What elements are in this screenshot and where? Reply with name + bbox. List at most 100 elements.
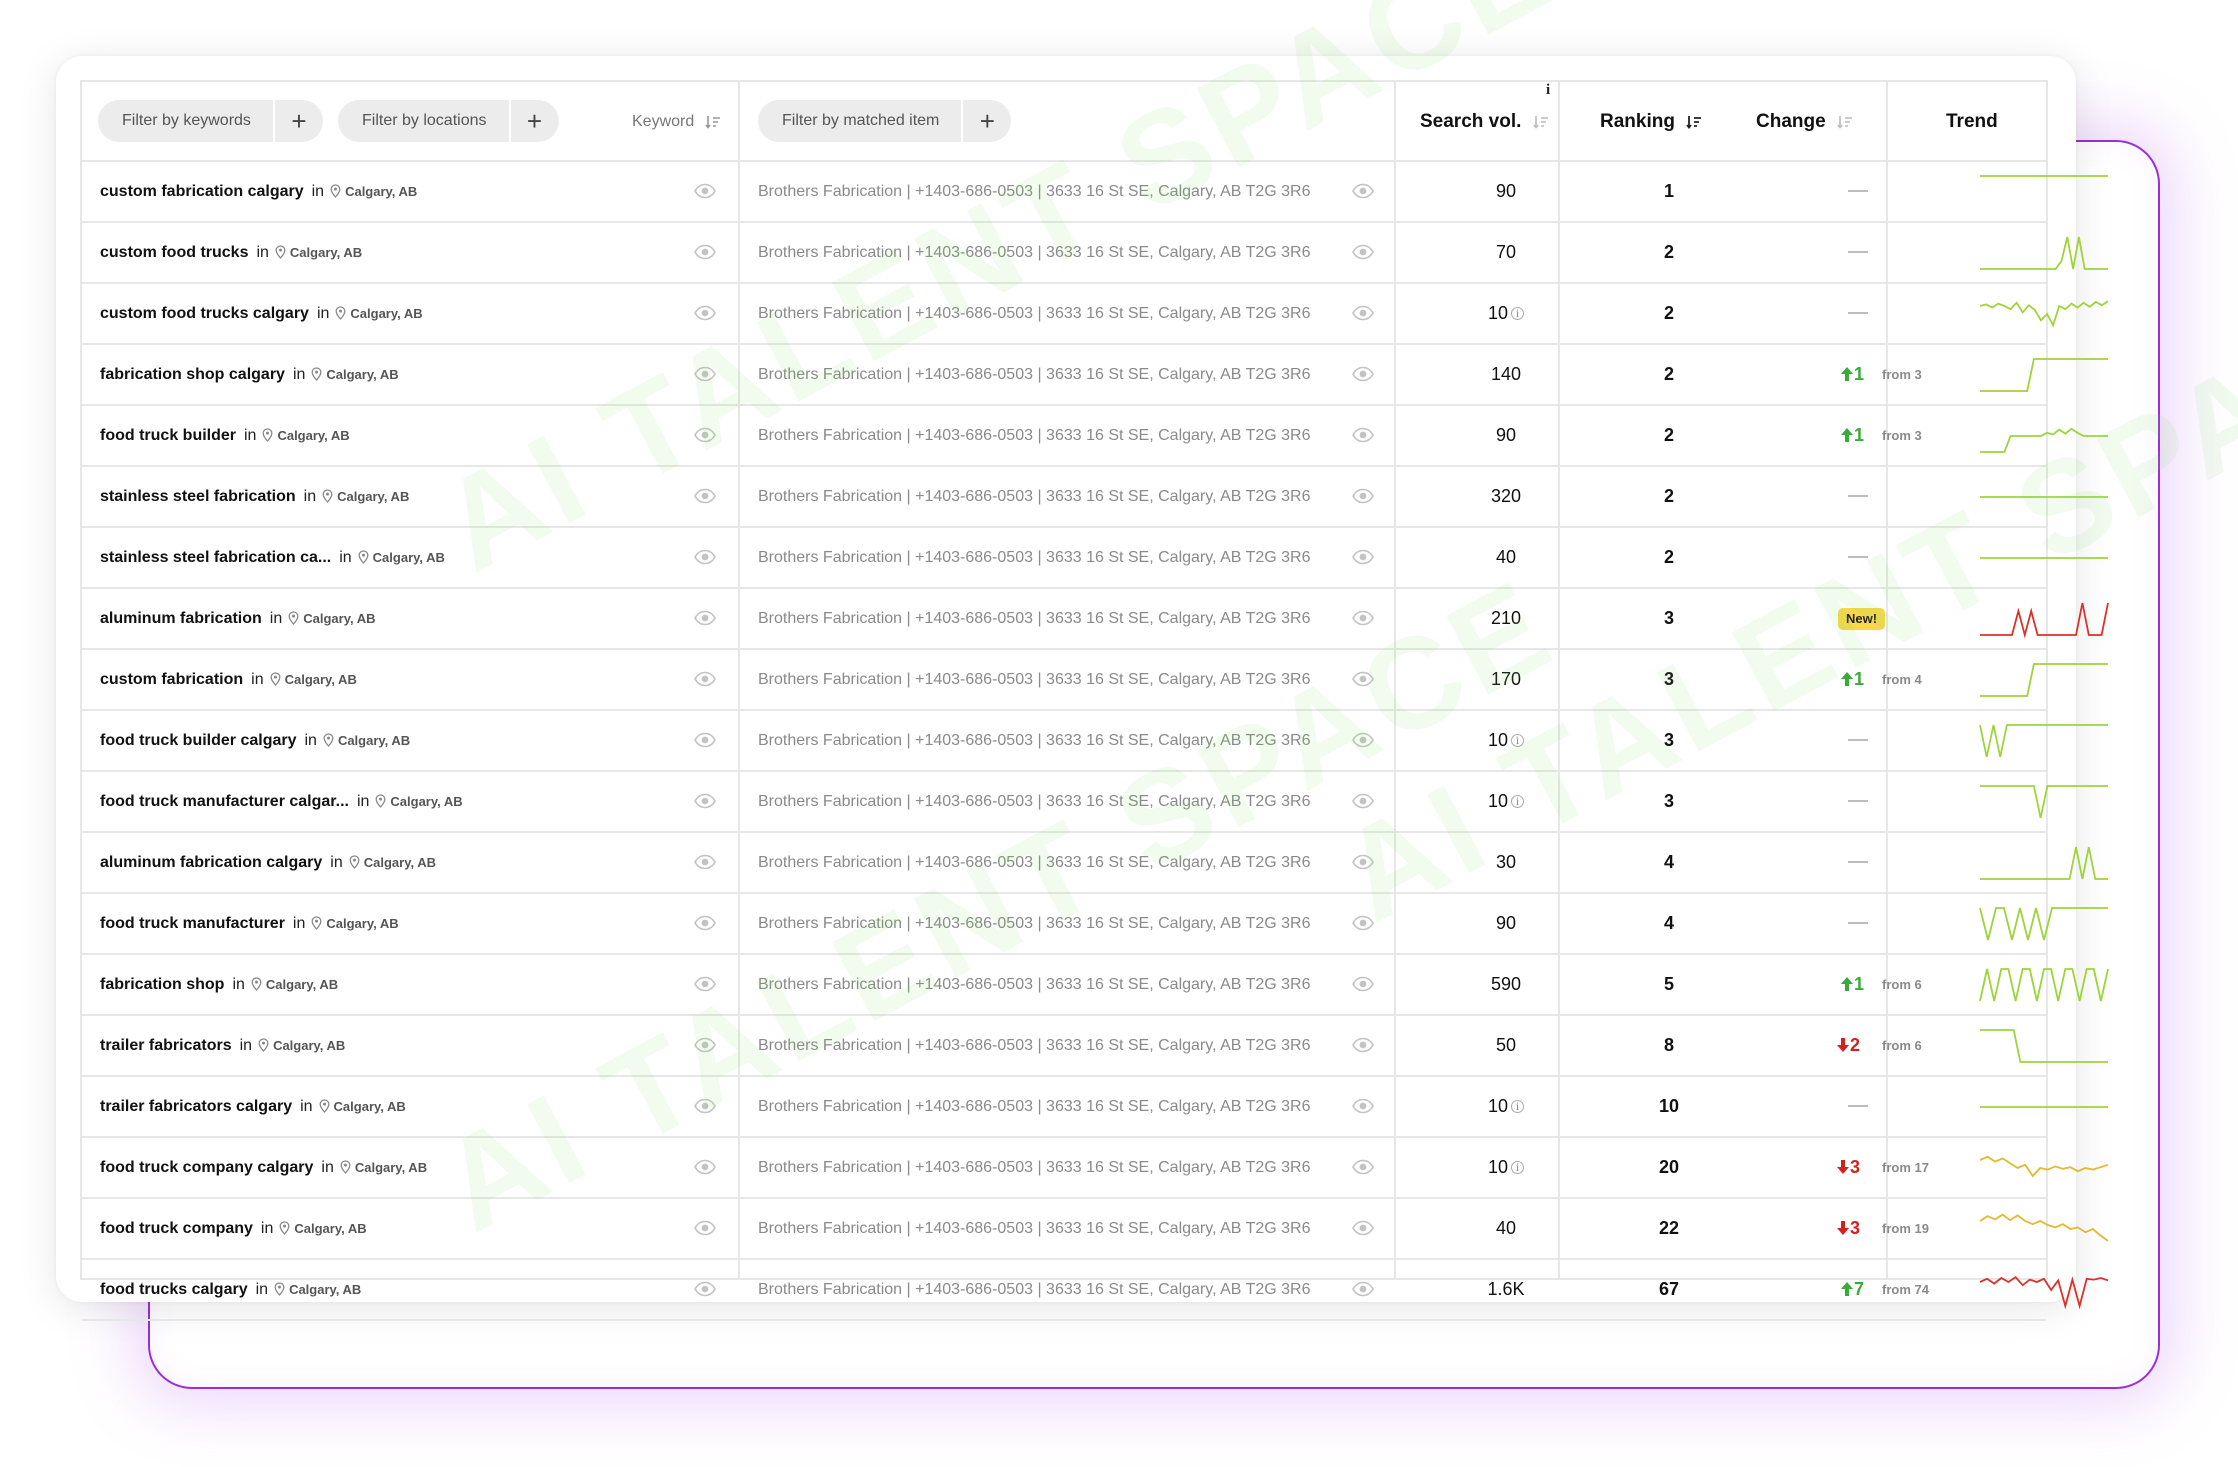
- keyword-text[interactable]: custom food trucks calgary: [100, 305, 309, 322]
- keyword-cell[interactable]: food trucks calgary in Calgary, AB: [100, 1260, 361, 1319]
- table-row[interactable]: custom food trucks in Calgary, AB Brothers…: [82, 223, 2108, 284]
- low-volume-info-icon[interactable]: i: [1511, 1161, 1525, 1174]
- table-row[interactable]: custom food trucks calgary in Calgary, AB …: [82, 284, 2109, 345]
- eye-icon[interactable]: [1352, 731, 1374, 749]
- eye-icon[interactable]: [1352, 853, 1374, 871]
- eye-icon[interactable]: [694, 548, 716, 566]
- sort-icon[interactable]: [1533, 114, 1549, 130]
- keyword-text[interactable]: food truck company calgary: [100, 1159, 313, 1176]
- keyword-text[interactable]: food truck builder calgary: [100, 732, 296, 749]
- eye-icon[interactable]: [694, 975, 716, 993]
- table-row[interactable]: custom fabrication in Calgary, AB Brothers…: [82, 650, 2108, 711]
- keyword-text[interactable]: trailer fabricators: [100, 1037, 232, 1054]
- sort-icon[interactable]: [705, 114, 721, 130]
- keyword-cell[interactable]: aluminum fabrication in Calgary, AB: [100, 589, 376, 648]
- low-volume-info-icon[interactable]: i: [1511, 795, 1525, 808]
- table-row[interactable]: custom fabrication calgary in Calgary, AB …: [82, 162, 2108, 223]
- eye-icon[interactable]: [1352, 1097, 1374, 1115]
- table-row[interactable]: food truck manufacturer calgar... in Calga…: [82, 772, 2108, 833]
- keyword-cell[interactable]: food truck builder in Calgary, AB: [100, 406, 350, 465]
- keyword-cell[interactable]: food truck manufacturer in Calgary, AB: [100, 894, 399, 953]
- table-row[interactable]: trailer fabricators in Calgary, AB Brother…: [82, 1016, 2108, 1077]
- add-keyword-filter-button[interactable]: +: [272, 100, 323, 142]
- eye-icon[interactable]: [694, 304, 716, 322]
- table-row[interactable]: food truck builder in Calgary, AB Brothers…: [82, 406, 2108, 467]
- eye-icon[interactable]: [694, 914, 716, 932]
- keyword-text[interactable]: food trucks calgary: [100, 1281, 248, 1298]
- sort-icon[interactable]: [1837, 114, 1853, 130]
- search-volume-column-header[interactable]: Search vol.: [1420, 82, 1549, 162]
- table-row[interactable]: trailer fabricators calgary in Calgary, AB…: [82, 1077, 2108, 1138]
- keyword-cell[interactable]: custom food trucks calgary in Calgary, AB: [100, 284, 423, 343]
- eye-icon[interactable]: [1352, 609, 1374, 627]
- eye-icon[interactable]: [1352, 1280, 1374, 1298]
- keyword-cell[interactable]: food truck manufacturer calgar... in Calga…: [100, 772, 463, 831]
- keyword-text[interactable]: fabrication shop calgary: [100, 366, 285, 383]
- add-location-filter-button[interactable]: +: [508, 100, 559, 142]
- keyword-text[interactable]: food truck builder: [100, 427, 236, 444]
- keyword-text[interactable]: food truck company: [100, 1220, 253, 1237]
- keyword-cell[interactable]: trailer fabricators calgary in Calgary, AB: [100, 1077, 406, 1136]
- filter-keywords-label[interactable]: Filter by keywords: [98, 100, 273, 142]
- ranking-column-header[interactable]: Ranking: [1600, 82, 1702, 162]
- eye-icon[interactable]: [694, 853, 716, 871]
- keyword-text[interactable]: stainless steel fabrication: [100, 488, 296, 505]
- eye-icon[interactable]: [694, 365, 716, 383]
- keyword-cell[interactable]: custom food trucks in Calgary, AB: [100, 223, 362, 282]
- table-row[interactable]: food truck company calgary in Calgary, AB …: [82, 1138, 2109, 1199]
- low-volume-info-icon[interactable]: i: [1511, 1100, 1525, 1113]
- filter-locations-label[interactable]: Filter by locations: [338, 100, 509, 142]
- eye-icon[interactable]: [1352, 426, 1374, 444]
- eye-icon[interactable]: [694, 1280, 716, 1298]
- table-row[interactable]: aluminum fabrication in Calgary, AB Brothe…: [82, 589, 2109, 650]
- keyword-text[interactable]: food truck manufacturer: [100, 915, 285, 932]
- eye-icon[interactable]: [1352, 243, 1374, 261]
- eye-icon[interactable]: [1352, 975, 1374, 993]
- eye-icon[interactable]: [1352, 670, 1374, 688]
- keyword-cell[interactable]: stainless steel fabrication in Calgary, AB: [100, 467, 409, 526]
- eye-icon[interactable]: [694, 426, 716, 444]
- table-row[interactable]: aluminum fabrication calgary in Calgary, A…: [82, 833, 2108, 894]
- info-icon[interactable]: i: [1546, 82, 1550, 99]
- keyword-column-header[interactable]: Keyword: [632, 82, 721, 162]
- filter-matched-label[interactable]: Filter by matched item: [758, 100, 961, 142]
- eye-icon[interactable]: [694, 487, 716, 505]
- keyword-text[interactable]: custom fabrication: [100, 671, 243, 688]
- eye-icon[interactable]: [694, 182, 716, 200]
- low-volume-info-icon[interactable]: i: [1511, 734, 1525, 747]
- keyword-cell[interactable]: food truck builder calgary in Calgary, AB: [100, 711, 410, 770]
- eye-icon[interactable]: [694, 792, 716, 810]
- keyword-cell[interactable]: stainless steel fabrication ca... in Calga…: [100, 528, 445, 587]
- keyword-cell[interactable]: custom fabrication calgary in Calgary, AB: [100, 162, 417, 221]
- eye-icon[interactable]: [1352, 914, 1374, 932]
- eye-icon[interactable]: [1352, 365, 1374, 383]
- low-volume-info-icon[interactable]: i: [1511, 307, 1525, 320]
- change-column-header[interactable]: Change: [1756, 82, 1853, 162]
- eye-icon[interactable]: [694, 1158, 716, 1176]
- eye-icon[interactable]: [694, 1097, 716, 1115]
- eye-icon[interactable]: [1352, 1036, 1374, 1054]
- eye-icon[interactable]: [694, 1219, 716, 1237]
- keyword-cell[interactable]: fabrication shop in Calgary, AB: [100, 955, 338, 1014]
- keyword-cell[interactable]: aluminum fabrication calgary in Calgary, A…: [100, 833, 436, 892]
- eye-icon[interactable]: [1352, 548, 1374, 566]
- eye-icon[interactable]: [1352, 792, 1374, 810]
- keyword-cell[interactable]: trailer fabricators in Calgary, AB: [100, 1016, 345, 1075]
- eye-icon[interactable]: [1352, 1158, 1374, 1176]
- eye-icon[interactable]: [694, 731, 716, 749]
- table-row[interactable]: food truck company in Calgary, AB Brothers…: [82, 1199, 2109, 1260]
- eye-icon[interactable]: [694, 670, 716, 688]
- table-row[interactable]: fabrication shop calgary in Calgary, AB Br…: [82, 345, 2108, 406]
- eye-icon[interactable]: [694, 609, 716, 627]
- keyword-cell[interactable]: fabrication shop calgary in Calgary, AB: [100, 345, 399, 404]
- add-matched-filter-button[interactable]: +: [961, 100, 1011, 142]
- keyword-text[interactable]: trailer fabricators calgary: [100, 1098, 292, 1115]
- table-row[interactable]: fabrication shop in Calgary, AB Brothers F…: [82, 955, 2109, 1016]
- eye-icon[interactable]: [1352, 1219, 1374, 1237]
- keyword-text[interactable]: fabrication shop: [100, 976, 224, 993]
- table-row[interactable]: food truck builder calgary in Calgary, AB …: [82, 711, 2108, 772]
- sort-active-icon[interactable]: [1686, 114, 1702, 130]
- eye-icon[interactable]: [1352, 487, 1374, 505]
- keyword-cell[interactable]: food truck company in Calgary, AB: [100, 1199, 367, 1258]
- keyword-text[interactable]: custom food trucks: [100, 244, 248, 261]
